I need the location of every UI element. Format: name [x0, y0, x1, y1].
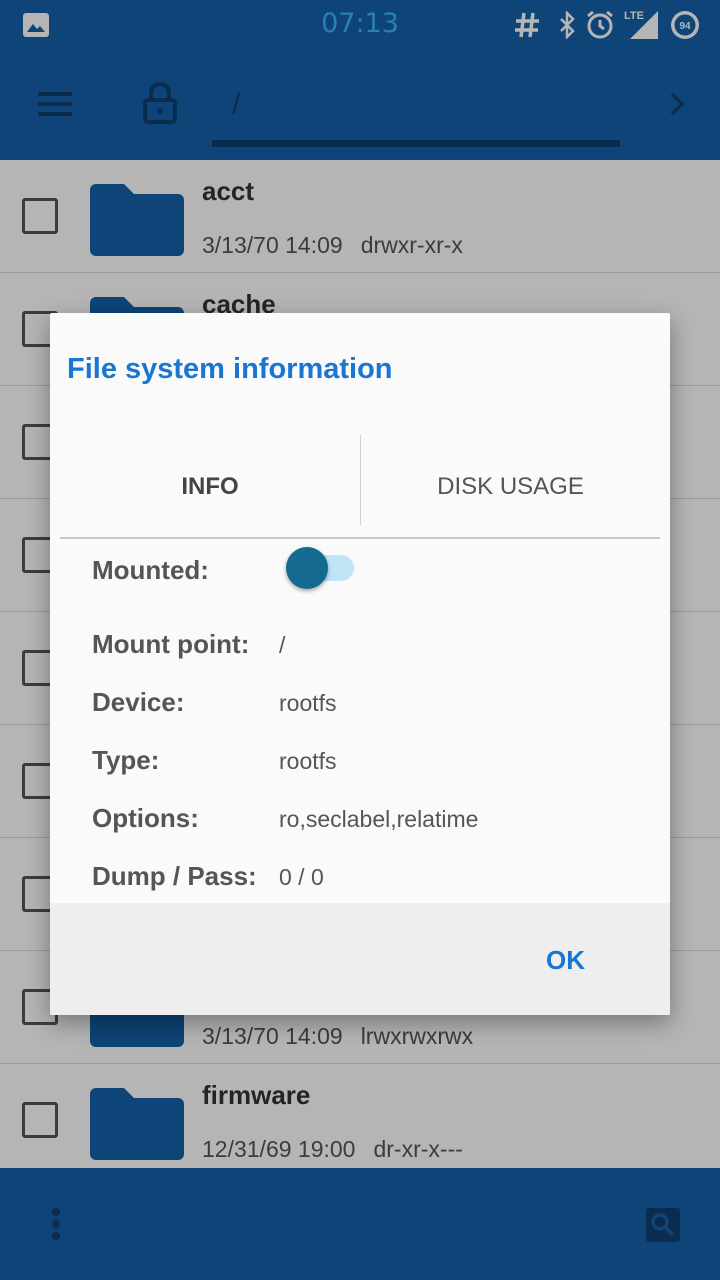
dump-pass-label: Dump / Pass:	[92, 861, 257, 891]
tab-disk-usage[interactable]: DISK USAGE	[361, 435, 660, 539]
mounted-toggle[interactable]	[286, 547, 356, 589]
device-value: rootfs	[279, 690, 337, 716]
type-label: Type:	[92, 745, 160, 775]
toggle-thumb	[286, 547, 328, 589]
dialog-tabs: INFO DISK USAGE	[60, 435, 660, 539]
mount-point-label: Mount point:	[92, 629, 250, 659]
file-system-info-dialog: File system information INFO DISK USAGE …	[50, 313, 670, 1015]
dialog-footer: OK	[50, 903, 670, 1015]
options-value: ro,seclabel,relatime	[279, 806, 479, 832]
type-value: rootfs	[279, 748, 337, 774]
device-label: Device:	[92, 687, 185, 717]
dialog-title: File system information	[67, 353, 393, 385]
ok-button[interactable]: OK	[546, 945, 585, 976]
tab-info[interactable]: INFO	[60, 435, 360, 539]
dump-pass-value: 0 / 0	[279, 864, 324, 890]
mounted-label: Mounted:	[92, 555, 209, 585]
mount-point-value: /	[279, 632, 286, 658]
options-label: Options:	[92, 803, 199, 833]
